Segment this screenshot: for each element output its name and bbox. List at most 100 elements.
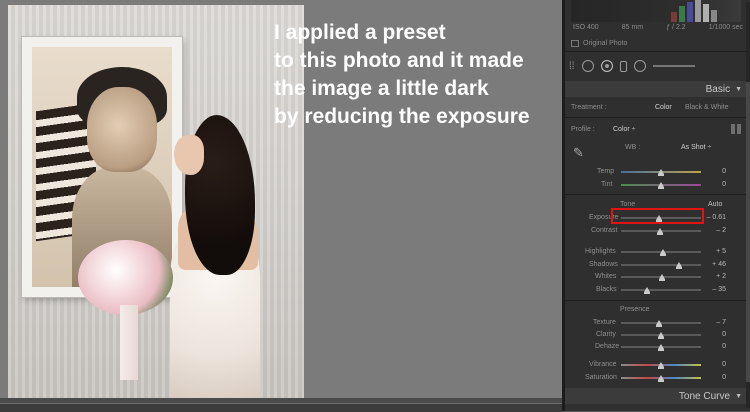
clarity-slider[interactable] (621, 332, 701, 339)
divider (565, 300, 750, 301)
blacks-slider[interactable] (621, 287, 701, 294)
whites-value[interactable]: + 2 (700, 273, 726, 280)
tint-value[interactable]: 0 (700, 181, 726, 188)
treatment-bw-option[interactable]: Black & White (685, 104, 729, 111)
vibrance-slider-handle[interactable] (658, 362, 664, 369)
collapse-triangle-icon: ▼ (735, 85, 742, 93)
panel-scrollbar[interactable] (746, 2, 750, 408)
aperture-value: ƒ / 2.2 (666, 24, 686, 31)
collapse-triangle-icon: ▼ (735, 392, 742, 400)
bouquet (78, 240, 173, 315)
texture-value[interactable]: – 7 (700, 319, 726, 326)
saturation-label: Saturation (585, 374, 617, 381)
saturation-value[interactable]: 0 (700, 374, 726, 381)
basic-section-header[interactable]: Basic ▼ (565, 81, 750, 97)
whites-slider[interactable] (621, 274, 701, 281)
vibrance-label: Vibrance (589, 361, 617, 368)
blacks-value[interactable]: – 35 (700, 286, 726, 293)
profile-label: Profile : (571, 126, 595, 133)
clarity-value[interactable]: 0 (700, 331, 726, 338)
highlights-slider-handle[interactable] (659, 249, 666, 256)
exif-info: ISO 400 85 mm ƒ / 2.2 1/1000 sec (573, 24, 743, 33)
annotation-caption: I applied a preset to this photo and it … (274, 19, 562, 131)
tone-auto-button[interactable]: Auto (708, 201, 722, 208)
original-photo-label: Original Photo (583, 39, 628, 47)
portrait-face (87, 87, 157, 172)
whites-label: Whites (595, 273, 617, 280)
iso-value: ISO 400 (573, 24, 599, 31)
shadows-label: Shadows (589, 261, 618, 268)
temp-slider[interactable] (621, 169, 701, 176)
contrast-slider-handle[interactable] (657, 228, 664, 235)
tool-strip: ⁞⁞ (569, 55, 749, 77)
bride-face (174, 135, 204, 175)
tint-label: Tint (601, 181, 613, 188)
divider (565, 51, 750, 52)
texture-slider[interactable] (621, 320, 701, 327)
saturation-slider-handle[interactable] (658, 375, 664, 382)
focal-length: 85 mm (621, 24, 644, 31)
vibrance-value[interactable]: 0 (700, 361, 726, 368)
bride-photo (8, 5, 304, 398)
panel-scrollbar-thumb[interactable] (746, 82, 750, 382)
graduated-filter-icon[interactable] (619, 60, 627, 72)
contrast-label: Contrast (591, 227, 618, 234)
bouquet-ribbon (120, 305, 138, 380)
dehaze-slider[interactable] (621, 344, 701, 351)
red-eye-icon[interactable] (600, 60, 613, 72)
vibrance-slider[interactable] (621, 362, 701, 369)
temp-label: Temp (597, 168, 615, 175)
tint-slider[interactable] (621, 182, 701, 189)
highlights-label: Highlights (585, 248, 616, 255)
wb-select[interactable]: As Shot ÷ (681, 144, 711, 151)
wb-label: WB : (625, 144, 641, 151)
tint-slider-handle[interactable] (658, 182, 664, 189)
profile-select[interactable]: Color ÷ (613, 126, 636, 133)
caption-line: by reducing the exposure (274, 105, 530, 128)
divider (565, 117, 750, 118)
treatment-row: Treatment : Color Black & White (571, 104, 746, 112)
image-canvas[interactable]: I applied a preset to this photo and it … (0, 0, 562, 411)
exposure-highlight-box (611, 208, 704, 224)
radial-filter-icon[interactable] (633, 60, 646, 72)
shadows-value[interactable]: + 46 (700, 261, 726, 268)
treatment-color-option[interactable]: Color (655, 104, 672, 111)
caption-line: to this photo and it made (274, 49, 524, 72)
whites-slider-handle[interactable] (658, 274, 665, 281)
saturation-slider[interactable] (621, 375, 701, 382)
adjustment-brush-icon[interactable] (652, 65, 695, 67)
shutter-speed: 1/1000 sec (708, 24, 743, 31)
tone-curve-section-header[interactable]: Tone Curve ▼ (565, 388, 750, 404)
dehaze-slider-handle[interactable] (658, 344, 664, 351)
original-photo-checkbox[interactable] (571, 39, 579, 47)
clarity-label: Clarity (596, 331, 616, 338)
histogram (571, 0, 741, 22)
caption-line: the image a little dark (274, 77, 489, 100)
bride-figure (160, 115, 280, 398)
original-photo-toggle[interactable]: Original Photo (571, 38, 627, 48)
dehaze-label: Dehaze (595, 343, 620, 350)
temp-value[interactable]: 0 (700, 168, 726, 175)
shadows-slider[interactable] (621, 262, 701, 269)
texture-label: Texture (593, 319, 616, 326)
basic-title: Basic (705, 83, 731, 95)
presence-label: Presence (620, 306, 650, 313)
texture-slider-handle[interactable] (655, 320, 662, 327)
profile-browser-icon[interactable] (731, 124, 741, 134)
contrast-slider[interactable] (621, 228, 701, 235)
contrast-value[interactable]: – 2 (700, 227, 726, 234)
grid-icon[interactable]: ⁞⁞ (569, 61, 575, 72)
caption-line: I applied a preset (274, 21, 446, 44)
highlights-slider[interactable] (621, 249, 701, 256)
blacks-slider-handle[interactable] (644, 287, 651, 294)
tone-label: Tone (620, 201, 636, 208)
divider (565, 194, 750, 195)
treatment-label: Treatment : (571, 104, 607, 111)
dehaze-value[interactable]: 0 (700, 343, 726, 350)
wb-row: WB : As Shot ÷ (571, 144, 746, 158)
shadows-slider-handle[interactable] (675, 262, 682, 269)
clarity-slider-handle[interactable] (658, 332, 664, 339)
temp-slider-handle[interactable] (658, 169, 664, 176)
spot-removal-icon[interactable] (581, 60, 594, 72)
highlights-value[interactable]: + 5 (700, 248, 726, 255)
